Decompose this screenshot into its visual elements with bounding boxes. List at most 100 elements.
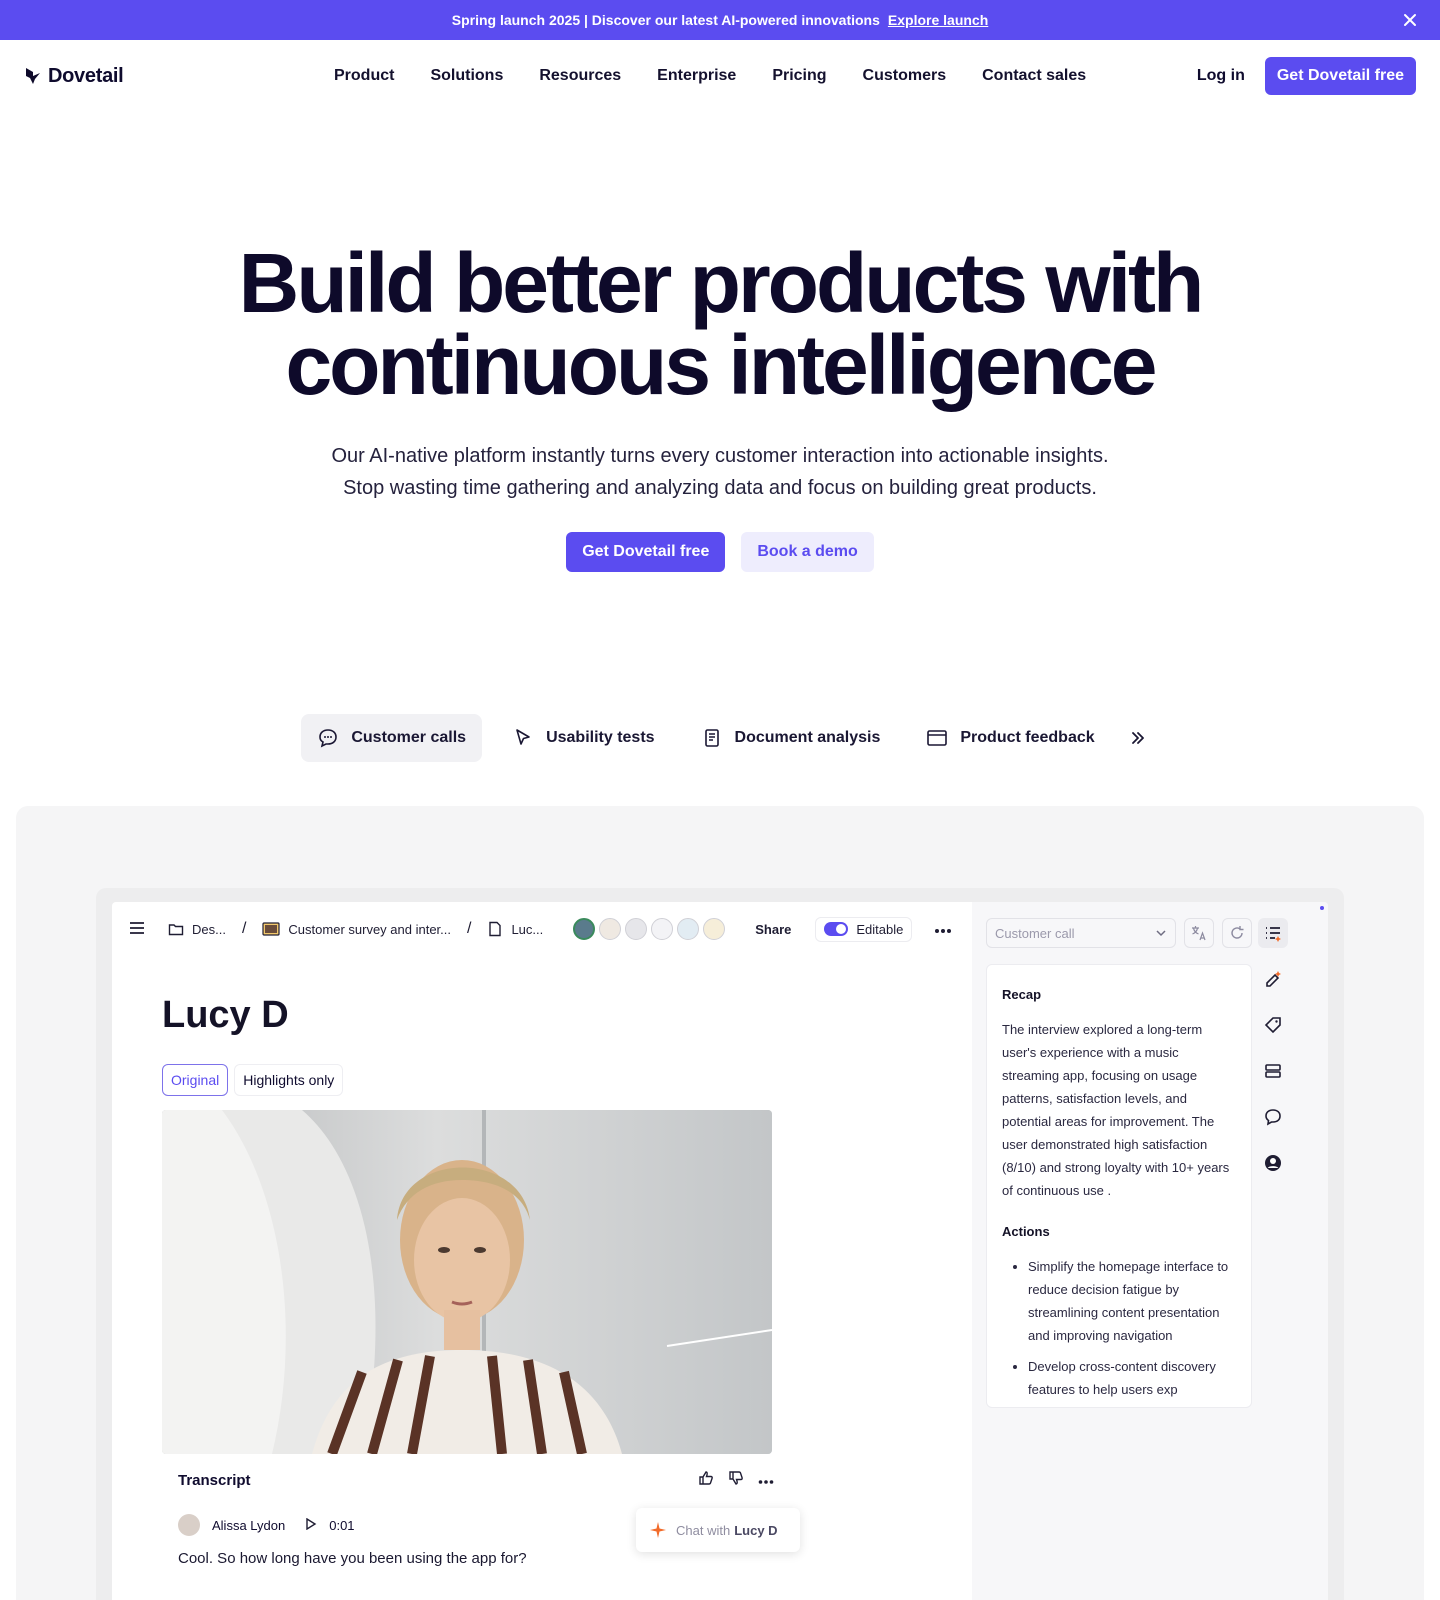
file-icon xyxy=(489,921,502,937)
speaker-avatar xyxy=(178,1514,200,1536)
list-item: Simplify the homepage interface to reduc… xyxy=(1028,1255,1236,1347)
breadcrumb-note[interactable]: Luc... xyxy=(487,921,543,937)
view-highlights-button[interactable]: Highlights only xyxy=(234,1064,344,1096)
banner-text: Spring launch 2025 | Discover our latest… xyxy=(451,12,880,28)
tab-label: Document analysis xyxy=(734,729,881,746)
transcript-label: Transcript xyxy=(178,1472,251,1489)
top-nav: Dovetail Product Solutions Resources Ent… xyxy=(0,40,1440,112)
hero-subtitle: Our AI-native platform instantly turns e… xyxy=(0,440,1440,504)
cursor-icon xyxy=(516,729,530,745)
announcement-banner: Spring launch 2025 | Discover our latest… xyxy=(0,0,1440,40)
panel-controls: Customer call xyxy=(986,918,1252,948)
close-icon[interactable] xyxy=(1400,10,1420,30)
speaker-timestamp: 0:01 xyxy=(329,1517,355,1533)
dovetail-logo[interactable]: Dovetail xyxy=(24,65,124,88)
template-select[interactable]: Customer call xyxy=(986,918,1176,948)
breadcrumb-project[interactable]: Customer survey and inter... xyxy=(262,921,451,937)
thumbs-down-icon[interactable] xyxy=(728,1470,744,1491)
summary-card: Recap The interview explored a long-term… xyxy=(986,964,1252,1408)
nav-actions: Log in Get Dovetail free xyxy=(1197,57,1416,95)
app-window: Des... / Customer survey and inter... / … xyxy=(112,902,1328,1600)
tab-product-feedback[interactable]: Product feedback xyxy=(910,714,1110,762)
breadcrumb-separator: / xyxy=(241,920,247,937)
nav-product[interactable]: Product xyxy=(316,67,412,85)
database-icon[interactable] xyxy=(1258,1056,1288,1086)
thumbs-up-icon[interactable] xyxy=(698,1470,714,1491)
nav-pricing[interactable]: Pricing xyxy=(754,67,844,85)
chevron-down-icon xyxy=(1156,930,1166,937)
breadcrumb-separator: / xyxy=(467,920,472,937)
chat-with-participant-button[interactable]: Chat with Lucy D xyxy=(636,1508,800,1552)
breadcrumb-label: Des... xyxy=(192,921,226,937)
tab-label: Customer calls xyxy=(351,729,467,746)
recap-heading: Recap xyxy=(1002,987,1042,1002)
breadcrumb-folder[interactable]: Des... xyxy=(168,921,226,937)
app-frame: Des... / Customer survey and inter... / … xyxy=(96,888,1344,1600)
nav-resources[interactable]: Resources xyxy=(521,67,639,85)
tab-label: Product feedback xyxy=(960,729,1095,746)
editable-toggle[interactable]: Editable xyxy=(815,916,913,942)
video-frame-illustration xyxy=(162,1110,772,1454)
explore-launch-link[interactable]: Explore launch xyxy=(888,12,988,28)
template-select-value: Customer call xyxy=(995,925,1075,941)
chat-bubble-icon xyxy=(319,729,338,748)
tab-label: Usability tests xyxy=(546,729,655,746)
hero-subtitle-line1: Our AI-native platform instantly turns e… xyxy=(331,445,1109,467)
nav-solutions[interactable]: Solutions xyxy=(412,67,521,85)
more-options-icon[interactable] xyxy=(934,922,952,937)
transcript-header: Transcript xyxy=(178,1470,774,1491)
refresh-icon[interactable] xyxy=(1222,918,1252,948)
product-showcase: Des... / Customer survey and inter... / … xyxy=(16,806,1424,1600)
folder-icon xyxy=(168,924,184,936)
avatar xyxy=(651,918,674,940)
interview-video[interactable] xyxy=(162,1110,772,1454)
hero-title-line2: continuous intelligence xyxy=(285,318,1157,412)
login-link[interactable]: Log in xyxy=(1197,67,1245,85)
hero-subtitle-line2: Stop wasting time gathering and analyzin… xyxy=(343,477,1097,499)
document-title: Lucy D xyxy=(162,994,289,1036)
book-demo-button[interactable]: Book a demo xyxy=(741,532,874,572)
project-image-icon xyxy=(262,922,281,936)
avatar xyxy=(625,918,648,940)
avatar xyxy=(703,918,726,940)
summary-list-icon[interactable] xyxy=(1258,918,1288,948)
collaborator-avatars xyxy=(573,918,726,940)
document-icon xyxy=(704,729,719,747)
tab-usability-tests[interactable]: Usability tests xyxy=(496,714,670,762)
translate-icon[interactable] xyxy=(1184,918,1214,948)
tab-document-analysis[interactable]: Document analysis xyxy=(685,714,897,762)
hero-title: Build better products with continuous in… xyxy=(0,241,1440,407)
view-original-button[interactable]: Original xyxy=(162,1064,229,1096)
comment-icon[interactable] xyxy=(1258,1102,1288,1132)
chat-participant-name: Lucy D xyxy=(734,1522,778,1538)
get-dovetail-free-button[interactable]: Get Dovetail free xyxy=(1264,57,1416,95)
avatar xyxy=(573,918,596,940)
nav-contact-sales[interactable]: Contact sales xyxy=(964,67,1104,85)
menu-icon[interactable] xyxy=(128,919,146,940)
hero-get-dovetail-free-button[interactable]: Get Dovetail free xyxy=(566,532,726,572)
transcript-speaker: Alissa Lydon 0:01 xyxy=(178,1514,355,1536)
highlight-pen-icon[interactable] xyxy=(1258,964,1288,994)
tab-customer-calls[interactable]: Customer calls xyxy=(301,714,483,762)
share-button[interactable]: Share xyxy=(755,922,791,937)
user-profile-icon[interactable] xyxy=(1258,1148,1288,1178)
chat-prefix: Chat with xyxy=(676,1522,731,1538)
speaker-name: Alissa Lydon xyxy=(212,1517,286,1533)
breadcrumb-label: Luc... xyxy=(511,921,544,937)
transcript-actions xyxy=(698,1470,774,1491)
nav-customers[interactable]: Customers xyxy=(845,67,965,85)
play-icon[interactable] xyxy=(305,1517,317,1533)
list-item: Develop cross-content discovery features… xyxy=(1028,1355,1236,1401)
panel-tool-rail xyxy=(1258,918,1288,1178)
toggle-switch xyxy=(824,922,849,936)
actions-list: Simplify the homepage interface to reduc… xyxy=(1002,1255,1236,1401)
hero-cta-group: Get Dovetail free Book a demo xyxy=(0,532,1440,572)
use-case-tabs: Customer calls Usability tests Document … xyxy=(0,714,1440,762)
tag-icon[interactable] xyxy=(1258,1010,1288,1040)
window-icon xyxy=(927,730,948,746)
more-options-icon[interactable] xyxy=(758,1472,774,1490)
view-mode-toggle: Original Highlights only xyxy=(162,1064,344,1096)
breadcrumb-label: Customer survey and inter... xyxy=(288,921,451,937)
double-chevron-right-icon[interactable] xyxy=(1129,729,1147,747)
nav-enterprise[interactable]: Enterprise xyxy=(639,67,754,85)
